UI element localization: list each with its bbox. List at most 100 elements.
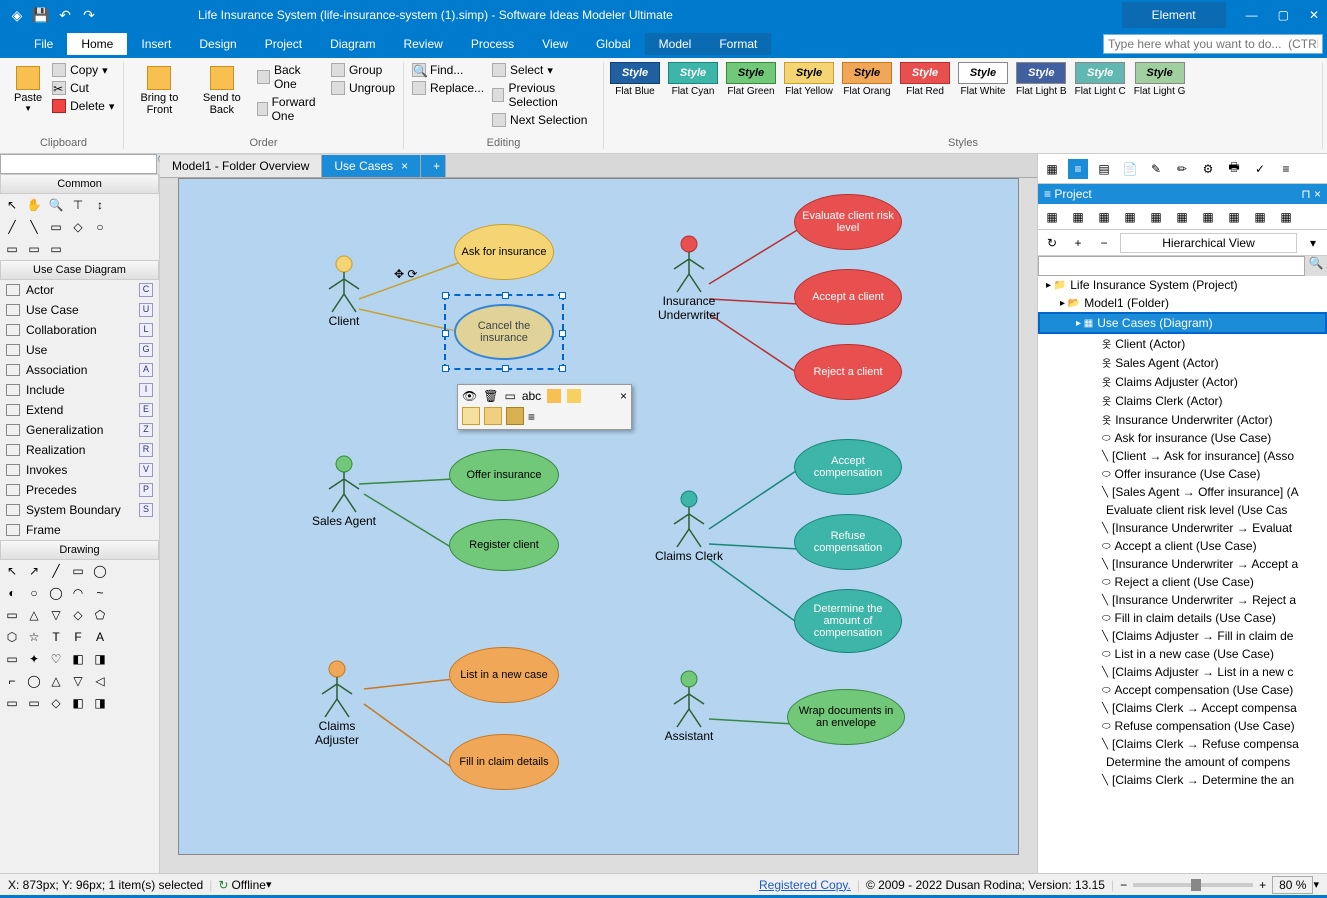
tool-icon[interactable]: ○ [90, 218, 110, 236]
paste-button[interactable]: Paste▼ [10, 62, 46, 117]
tree-item[interactable]: ⬭ Fill in claim details (Use Case) [1038, 609, 1327, 627]
prev-selection-button[interactable]: Previous Selection [490, 80, 597, 110]
diagram-canvas[interactable]: Client Sales Agent Claims Adjuster Insur… [178, 178, 1019, 855]
style-flat-cyan[interactable]: Style [668, 62, 718, 84]
line-icon[interactable]: ╲ [24, 218, 44, 236]
uc-refusecomp[interactable]: Refuse compensation [794, 514, 902, 570]
tree-item[interactable]: ⬭ Offer insurance (Use Case) [1038, 465, 1327, 483]
offline-icon[interactable]: ↻ [218, 878, 228, 892]
style-flat-white[interactable]: Style [958, 62, 1008, 84]
toolbox-item[interactable]: ExtendE [0, 400, 159, 420]
toolbox-item[interactable]: PrecedesP [0, 480, 159, 500]
uc-listcase[interactable]: List in a new case [449, 647, 559, 703]
tool-icon[interactable]: ◇ [68, 218, 88, 236]
tree-item[interactable]: 옷 Claims Clerk (Actor) [1038, 391, 1327, 410]
tool-icon[interactable]: ▭ [46, 218, 66, 236]
back-one-button[interactable]: Back One [255, 62, 325, 92]
uc-acceptcomp[interactable]: Accept compensation [794, 439, 902, 495]
tree-item[interactable]: ╲ [Insurance Underwriter → Reject a [1038, 591, 1327, 609]
replace-button[interactable]: Replace... [410, 80, 486, 96]
actor-underwriter[interactable]: Insurance Underwriter [649, 234, 729, 322]
menu-model[interactable]: Model [645, 33, 706, 55]
drawing-header[interactable]: Drawing [0, 540, 159, 560]
tool-icon[interactable]: ▭ [24, 240, 44, 258]
tool-icon[interactable]: ≡ [1068, 159, 1088, 179]
tree-item[interactable]: ▸ 📁 Life Insurance System (Project) [1038, 276, 1327, 294]
menu-design[interactable]: Design [185, 33, 250, 55]
tree-item[interactable]: ╲ [Claims Adjuster → List in a new c [1038, 663, 1327, 681]
actor-sales[interactable]: Sales Agent [304, 454, 384, 528]
find-button[interactable]: 🔍Find... [410, 62, 486, 78]
search-input[interactable] [1103, 34, 1323, 54]
status-offline[interactable]: Offline [231, 878, 265, 892]
tab-use-cases[interactable]: Use Cases× [322, 155, 421, 177]
menu-diagram[interactable]: Diagram [316, 33, 389, 55]
uc-offer[interactable]: Offer insurance [449, 449, 559, 501]
add-tab-icon[interactable]: + [421, 155, 446, 177]
style-flat-yellow[interactable]: Style [784, 62, 834, 84]
close-tab-icon[interactable]: × [401, 159, 408, 173]
ungroup-button[interactable]: Ungroup [329, 80, 397, 96]
search-icon[interactable]: 🔍 [1305, 256, 1327, 276]
tree-item[interactable]: ▸ ▦ Use Cases (Diagram) [1038, 312, 1327, 334]
style-flat-orange[interactable]: Style [842, 62, 892, 84]
toolbox-item[interactable]: RealizationR [0, 440, 159, 460]
ucd-header[interactable]: Use Case Diagram [0, 260, 159, 280]
eye-icon[interactable]: 👁 [462, 389, 477, 403]
toolbox-item[interactable]: System BoundaryS [0, 500, 159, 520]
tree-item[interactable]: ╲ [Claims Clerk → Refuse compensa [1038, 735, 1327, 753]
tree-item[interactable]: ▸ 📂 Model1 (Folder) [1038, 294, 1327, 312]
tool-icon[interactable]: ↕ [90, 196, 110, 214]
tree-item[interactable]: 옷 Insurance Underwriter (Actor) [1038, 410, 1327, 429]
element-toolbar[interactable]: 👁🗑▭abc × ≡ [457, 384, 632, 430]
send-back-button[interactable]: Send to Back [193, 62, 251, 120]
common-header[interactable]: Common [0, 174, 159, 194]
toolbox-item[interactable]: AssociationA [0, 360, 159, 380]
tree-item[interactable]: ╲ [Claims Adjuster → Fill in claim de [1038, 627, 1327, 645]
tree-item[interactable]: ⬭ Accept a client (Use Case) [1038, 537, 1327, 555]
cut-button[interactable]: ✂Cut [50, 80, 116, 96]
zoom-icon[interactable]: 🔍 [46, 196, 66, 214]
toolbox-search[interactable] [0, 154, 157, 174]
toolbox-item[interactable]: IncludeI [0, 380, 159, 400]
toolbox-item[interactable]: CollaborationL [0, 320, 159, 340]
tree-item[interactable]: ⬭ Reject a client (Use Case) [1038, 573, 1327, 591]
redo-icon[interactable]: ↷ [80, 6, 98, 24]
toolbox-item[interactable]: Use CaseU [0, 300, 159, 320]
toolbox-item[interactable]: Frame [0, 520, 159, 540]
maximize-icon[interactable]: ▢ [1278, 8, 1289, 22]
tool-icon[interactable]: ▦ [1042, 159, 1062, 179]
menu-view[interactable]: View [528, 33, 582, 55]
close-icon[interactable]: ✕ [1309, 8, 1319, 22]
style-flat-blue[interactable]: Style [610, 62, 660, 84]
collapse-icon[interactable]: ≡ [1044, 187, 1051, 201]
actor-clerk[interactable]: Claims Clerk [649, 489, 729, 563]
zoom-in-icon[interactable]: + [1259, 878, 1266, 892]
tree-item[interactable]: ⬭ Refuse compensation (Use Case) [1038, 717, 1327, 735]
actor-client[interactable]: Client [304, 254, 384, 328]
pointer-icon[interactable]: ↖ [2, 196, 22, 214]
menu-global[interactable]: Global [582, 33, 645, 55]
style-flat-green[interactable]: Style [726, 62, 776, 84]
uc-eval[interactable]: Evaluate client risk level [794, 194, 902, 250]
tree-item[interactable]: 옷 Sales Agent (Actor) [1038, 353, 1327, 372]
toolbox-item[interactable]: GeneralizationZ [0, 420, 159, 440]
tree-item[interactable]: ⬭ List in a new case (Use Case) [1038, 645, 1327, 663]
menu-project[interactable]: Project [251, 33, 316, 55]
menu-review[interactable]: Review [389, 33, 456, 55]
group-button[interactable]: Group [329, 62, 397, 78]
copy-button[interactable]: Copy ▾ [50, 62, 116, 78]
save-icon[interactable]: 💾 [32, 6, 50, 24]
tab-folder-overview[interactable]: Model1 - Folder Overview [160, 155, 322, 177]
tree-item[interactable]: ╲ [Insurance Underwriter → Accept a [1038, 555, 1327, 573]
tree-item[interactable]: ╲ [Insurance Underwriter → Evaluat [1038, 519, 1327, 537]
move-rotate-handles[interactable]: ✥ ⟳ [394, 267, 417, 281]
hand-icon[interactable]: ✋ [24, 196, 44, 214]
undo-icon[interactable]: ↶ [56, 6, 74, 24]
tree-item[interactable]: Evaluate client risk level (Use Cas [1038, 501, 1327, 519]
toolbox-item[interactable]: UseG [0, 340, 159, 360]
uc-accept[interactable]: Accept a client [794, 269, 902, 325]
actor-adjuster[interactable]: Claims Adjuster [297, 659, 377, 747]
tree-item[interactable]: ╲ [Claims Clerk → Determine the an [1038, 771, 1327, 789]
tree-item[interactable]: 옷 Client (Actor) [1038, 334, 1327, 353]
